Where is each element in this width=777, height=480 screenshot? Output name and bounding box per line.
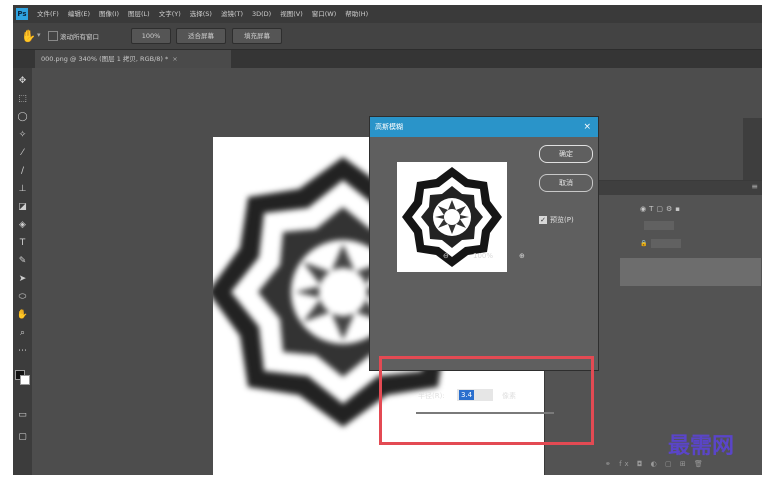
highlight-frame bbox=[379, 356, 594, 445]
scroll-all-label: 滚动所有窗口 bbox=[60, 33, 99, 41]
preview-checkbox[interactable]: ✓ 预览(P) bbox=[539, 215, 574, 225]
magic-wand-tool-icon[interactable]: ✧ bbox=[15, 128, 30, 143]
layer-filter-icons[interactable]: ◉T▢⚙▪ bbox=[640, 205, 683, 213]
menu-edit[interactable]: 编辑(E) bbox=[68, 5, 90, 23]
path-select-tool-icon[interactable]: ➤ bbox=[15, 272, 30, 287]
pen-tool-icon[interactable]: ✎ bbox=[15, 254, 30, 269]
zoom-out-icon[interactable]: ⊖ bbox=[443, 252, 449, 260]
gaussian-blur-dialog: 高斯模糊 × 确定 取消 ✓ 预览(P) bbox=[369, 116, 599, 371]
zoom-tool-icon[interactable]: ⌕ bbox=[15, 326, 30, 341]
dialog-titlebar: 高斯模糊 × bbox=[370, 117, 598, 137]
zoom-in-icon[interactable]: ⊕ bbox=[519, 252, 525, 260]
tools-panel: ✥ ⬚ ◯ ✧ ⁄ ∕ ⊥ ◪ ◈ T ✎ ➤ ⬭ ✋ ⌕ ⋯ ▭ ▢ bbox=[13, 68, 32, 475]
hand-icon[interactable]: ✋ bbox=[21, 29, 36, 43]
more-tools-icon[interactable]: ⋯ bbox=[15, 344, 30, 359]
menu-window[interactable]: 窗口(W) bbox=[312, 5, 337, 23]
color-swatches-icon[interactable] bbox=[15, 368, 30, 385]
layer-row[interactable] bbox=[620, 258, 761, 286]
fit-screen-button[interactable]: 适合屏幕 bbox=[176, 28, 226, 44]
menu-type[interactable]: 文字(Y) bbox=[159, 5, 181, 23]
eraser-tool-icon[interactable]: ◪ bbox=[15, 200, 30, 215]
lock-icon[interactable]: 🔒 bbox=[640, 240, 647, 247]
ok-button[interactable]: 确定 bbox=[539, 145, 593, 163]
document-tab-bar: 000.png @ 340% (图层 1 拷贝, RGB/8) * × bbox=[13, 50, 762, 68]
menu-items: 文件(F) 编辑(E) 图像(I) 图层(L) 文字(Y) 选择(S) 滤镜(T… bbox=[37, 5, 377, 23]
fill-row: 🔒 bbox=[640, 239, 682, 251]
options-bar: ✋ ▾ 滚动所有窗口 100% 适合屏幕 填充屏幕 bbox=[13, 23, 762, 50]
bucket-tool-icon[interactable]: ◈ bbox=[15, 218, 30, 233]
close-icon[interactable]: × bbox=[583, 117, 591, 137]
opacity-field[interactable] bbox=[644, 221, 674, 230]
quick-mask-icon[interactable]: ▭ bbox=[15, 408, 30, 423]
menu-bar: Ps 文件(F) 编辑(E) 图像(I) 图层(L) 文字(Y) 选择(S) 滤… bbox=[13, 5, 762, 23]
layer-actions-icons[interactable]: ⚭ fx ◘ ◐ ▢ ⊞ 🗑 bbox=[605, 460, 706, 468]
menu-layer[interactable]: 图层(L) bbox=[128, 5, 150, 23]
screen-mode-icon[interactable]: ▢ bbox=[15, 430, 30, 445]
move-tool-icon[interactable]: ✥ bbox=[15, 74, 30, 89]
dialog-title: 高斯模糊 bbox=[375, 123, 403, 131]
photoshop-logo-icon: Ps bbox=[16, 8, 28, 20]
type-tool-icon[interactable]: T bbox=[15, 236, 30, 251]
preview-label: 预览(P) bbox=[550, 216, 574, 224]
menu-view[interactable]: 视图(V) bbox=[280, 5, 303, 23]
document-tab-title: 000.png @ 340% (图层 1 拷贝, RGB/8) * bbox=[41, 55, 169, 63]
panel-menu-icon[interactable]: ≡ bbox=[751, 182, 758, 191]
menu-3d[interactable]: 3D(D) bbox=[252, 5, 271, 23]
menu-filter[interactable]: 滤镜(T) bbox=[221, 5, 243, 23]
menu-image[interactable]: 图像(I) bbox=[99, 5, 119, 23]
eyedropper-tool-icon[interactable]: ⁄ bbox=[15, 146, 30, 161]
zoom-100-button[interactable]: 100% bbox=[131, 28, 171, 44]
lasso-tool-icon[interactable]: ◯ bbox=[15, 110, 30, 125]
close-icon[interactable]: × bbox=[172, 55, 177, 63]
menu-file[interactable]: 文件(F) bbox=[37, 5, 59, 23]
stamp-tool-icon[interactable]: ⊥ bbox=[15, 182, 30, 197]
shape-tool-icon[interactable]: ⬭ bbox=[15, 290, 30, 305]
marquee-tool-icon[interactable]: ⬚ bbox=[15, 92, 30, 107]
cancel-button[interactable]: 取消 bbox=[539, 174, 593, 192]
menu-help[interactable]: 帮助(H) bbox=[345, 5, 368, 23]
chevron-down-icon[interactable]: ▾ bbox=[37, 31, 41, 39]
watermark-text: 最需网 bbox=[668, 433, 735, 459]
fill-field[interactable] bbox=[651, 239, 682, 248]
brush-tool-icon[interactable]: ∕ bbox=[15, 164, 30, 179]
zoom-level: 100% bbox=[473, 252, 494, 260]
document-tab[interactable]: 000.png @ 340% (图层 1 拷贝, RGB/8) * × bbox=[35, 50, 231, 68]
fill-screen-button[interactable]: 填充屏幕 bbox=[232, 28, 282, 44]
scroll-all-checkbox[interactable] bbox=[48, 31, 58, 41]
menu-select[interactable]: 选择(S) bbox=[190, 5, 212, 23]
checkbox-checked-icon[interactable]: ✓ bbox=[539, 216, 547, 224]
hand-tool-icon[interactable]: ✋ bbox=[15, 308, 30, 323]
opacity-row bbox=[640, 221, 674, 233]
